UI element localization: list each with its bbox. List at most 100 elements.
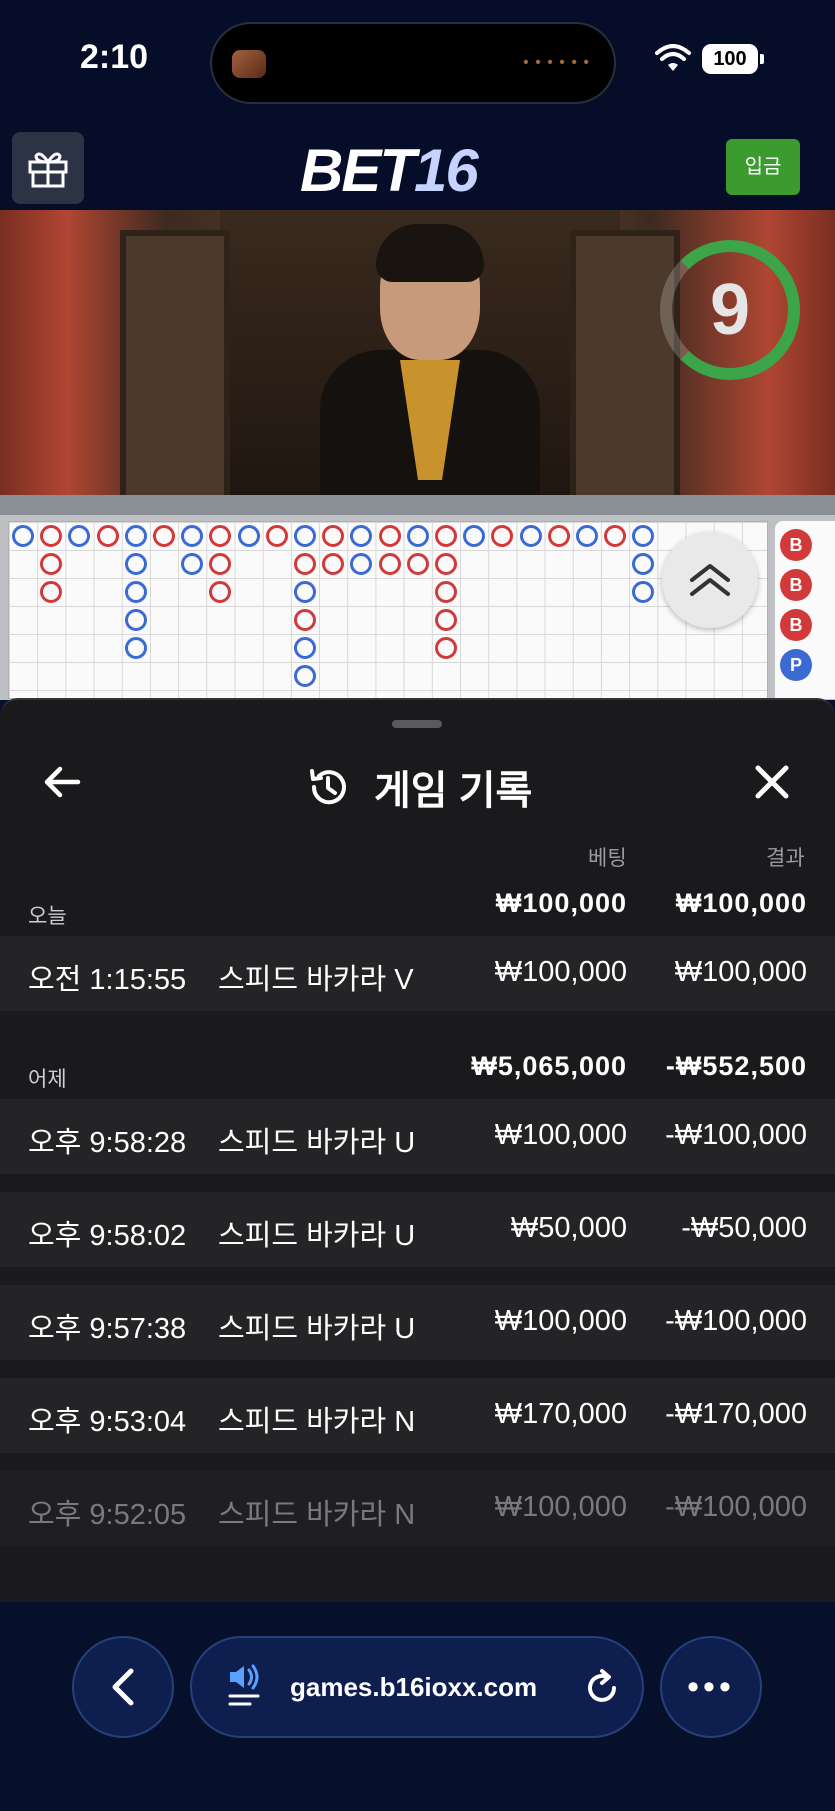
history-icon [310,769,346,805]
banker-bead [435,637,457,659]
banker-bead [322,553,345,575]
player-bead [632,581,655,603]
countdown-timer: 9 [660,240,800,380]
banker-bead [96,525,119,547]
banker-bead [40,553,63,575]
player-bead [519,525,542,547]
banker-bead [209,553,232,575]
island-indicator: • • • • • • [523,54,590,71]
group-summary-yesterday: 어제 ₩5,065,000 -₩552,500 [0,1041,835,1097]
group-label: 어제 [28,1068,67,1091]
group-result-total: -₩552,500 [665,1051,807,1081]
banker-bead [40,525,63,547]
banker-bead [604,525,627,547]
history-row[interactable]: 오후 9:58:02 스피드 바카라 U ₩50,000 -₩50,000 [0,1192,835,1267]
player-bead [181,525,204,547]
chevron-left-icon [112,1668,134,1706]
row-result: -₩50,000 [681,1212,807,1244]
player-bead [124,553,147,575]
url-text: games.b16ioxx.com [290,1672,538,1702]
browser-bottom-bar: games.b16ioxx.com ••• [0,1602,835,1811]
history-row[interactable]: 오후 9:57:38 스피드 바카라 U ₩100,000 -₩100,000 [0,1285,835,1360]
column-header-bet: 베팅 [588,847,627,870]
banker-bead [435,609,457,631]
deposit-button[interactable]: 입금 [726,139,800,195]
player-bead [350,553,373,575]
banker-bead [322,525,345,547]
row-time: 오전 1:15:55 [28,964,187,996]
column-headers: 베팅 결과 [0,842,835,872]
player-bead [294,637,316,659]
player-bead [12,525,34,547]
row-game: 스피드 바카라 U [218,1127,416,1159]
logo-text: BET [300,137,416,204]
banker-bead [209,525,232,547]
banker-bead [294,553,316,575]
history-row[interactable]: 오후 9:53:04 스피드 바카라 N ₩170,000 -₩170,000 [0,1378,835,1453]
player-bead [124,609,147,631]
dynamic-island: • • • • • • [210,22,616,104]
island-thumbnail [232,50,266,78]
player-bead [294,665,316,687]
sheet-header: 게임 기록 [0,740,835,826]
banker-bead [435,581,457,603]
wifi-icon [655,44,691,71]
sheet-grabber[interactable] [392,720,442,728]
group-result-total: ₩100,000 [675,888,807,918]
chevron-up-icon [690,564,730,596]
gift-button[interactable] [12,132,84,204]
url-bar[interactable]: games.b16ioxx.com [190,1636,644,1738]
row-time: 오후 9:58:02 [28,1220,187,1252]
row-bet: ₩170,000 [494,1398,627,1430]
expand-road-button[interactable] [662,532,758,628]
history-row[interactable]: 오후 9:58:28 스피드 바카라 U ₩100,000 -₩100,000 [0,1099,835,1174]
player-bead [294,525,316,547]
dealer-hair [376,224,484,282]
row-result: ₩100,000 [674,956,807,988]
row-bet: ₩100,000 [494,1305,627,1337]
banker-bead [265,525,288,547]
player-bead [124,581,147,603]
banker-bead [153,525,175,547]
column-header-result: 결과 [766,847,805,870]
sheet-title-text: 게임 기록 [374,769,533,813]
player-bead [463,525,486,547]
row-game: 스피드 바카라 U [218,1220,416,1252]
speaker-icon [228,1664,260,1706]
browser-back-button[interactable] [72,1636,174,1738]
history-row[interactable]: 오후 9:52:05 스피드 바카라 N ₩100,000 -₩100,000 [0,1471,835,1546]
row-result: -₩170,000 [665,1398,807,1430]
player-bead [68,525,91,547]
player-bead [181,553,204,575]
close-icon[interactable] [748,758,796,806]
reload-icon[interactable] [582,1668,622,1708]
row-game: 스피드 바카라 U [218,1313,416,1345]
player-bead [237,525,260,547]
app-header: BET16 입금 [0,124,835,210]
bead-road-item: P [780,649,812,681]
row-time: 오후 9:57:38 [28,1313,187,1345]
back-arrow-icon[interactable] [38,758,86,806]
row-game: 스피드 바카라 V [218,964,414,996]
sheet-title: 게임 기록 [306,758,532,816]
banker-bead [294,609,316,631]
bead-road-item: B [780,609,812,641]
group-bet-total: ₩100,000 [495,888,627,918]
logo-number: 16 [414,137,479,204]
row-result: -₩100,000 [665,1305,807,1337]
video-panel-right [570,230,680,515]
banker-bead [406,553,429,575]
player-bead [406,525,429,547]
player-bead [124,525,147,547]
row-game: 스피드 바카라 N [218,1499,416,1531]
group-summary-today: 오늘 ₩100,000 ₩100,000 [0,878,835,934]
history-row[interactable]: 오전 1:15:55 스피드 바카라 V ₩100,000 ₩100,000 [0,936,835,1011]
row-time: 오후 9:53:04 [28,1406,187,1438]
row-time: 오후 9:52:05 [28,1499,187,1531]
player-bead [350,525,373,547]
more-icon[interactable]: ••• [660,1636,762,1738]
player-bead [294,581,316,603]
row-bet: ₩100,000 [494,1491,627,1523]
player-bead [124,637,147,659]
status-time: 2:10 [80,38,149,76]
